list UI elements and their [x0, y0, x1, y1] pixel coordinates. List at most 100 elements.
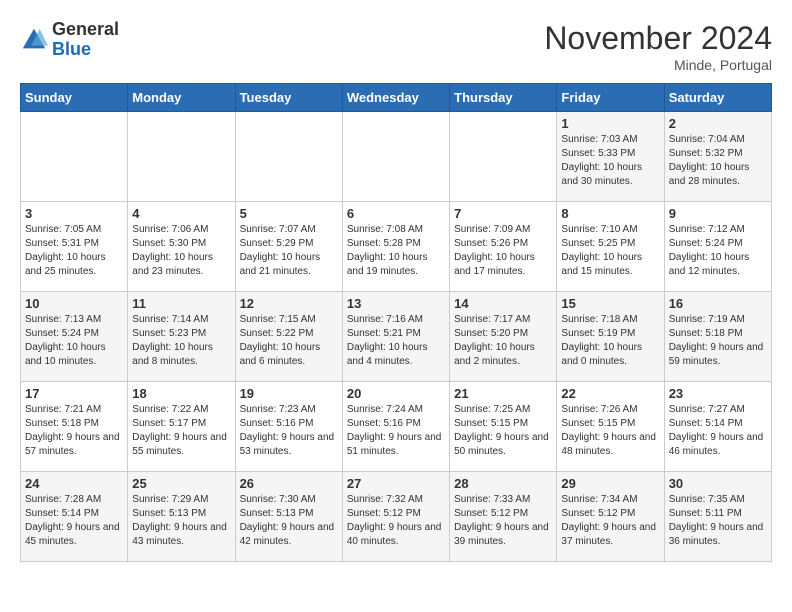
day-number: 2: [669, 116, 767, 131]
logo-text: General Blue: [52, 20, 119, 60]
day-number: 27: [347, 476, 445, 491]
calendar-cell: 27Sunrise: 7:32 AMSunset: 5:12 PMDayligh…: [342, 472, 449, 562]
day-info: Sunrise: 7:27 AMSunset: 5:14 PMDaylight:…: [669, 403, 767, 459]
day-info: Sunrise: 7:33 AMSunset: 5:12 PMDaylight:…: [454, 493, 552, 549]
day-number: 20: [347, 386, 445, 401]
title-block: November 2024 Minde, Portugal: [544, 20, 772, 73]
day-info: Sunrise: 7:03 AMSunset: 5:33 PMDaylight:…: [561, 133, 659, 189]
calendar-table: SundayMondayTuesdayWednesdayThursdayFrid…: [20, 83, 772, 562]
day-number: 30: [669, 476, 767, 491]
day-number: 7: [454, 206, 552, 221]
day-info: Sunrise: 7:24 AMSunset: 5:16 PMDaylight:…: [347, 403, 445, 459]
calendar-cell: 23Sunrise: 7:27 AMSunset: 5:14 PMDayligh…: [664, 382, 771, 472]
day-info: Sunrise: 7:30 AMSunset: 5:13 PMDaylight:…: [240, 493, 338, 549]
logo: General Blue: [20, 20, 119, 60]
header-day-friday: Friday: [557, 84, 664, 112]
day-info: Sunrise: 7:29 AMSunset: 5:13 PMDaylight:…: [132, 493, 230, 549]
calendar-row: 17Sunrise: 7:21 AMSunset: 5:18 PMDayligh…: [21, 382, 772, 472]
calendar-cell: 15 Sunrise: 7:18 AMSunset: 5:19 PMDayligh…: [557, 292, 664, 382]
day-number: 18: [132, 386, 230, 401]
calendar-cell: 6 Sunrise: 7:08 AMSunset: 5:28 PMDaylight…: [342, 202, 449, 292]
day-info: Sunrise: 7:18 AMSunset: 5:19 PMDaylight:…: [561, 313, 659, 369]
day-number: 15: [561, 296, 659, 311]
calendar-cell: 18 Sunrise: 7:22 AMSunset: 5:17 PMDayligh…: [128, 382, 235, 472]
day-number: 24: [25, 476, 123, 491]
calendar-cell: 29Sunrise: 7:34 AMSunset: 5:12 PMDayligh…: [557, 472, 664, 562]
logo-icon: [20, 26, 48, 54]
day-info: Sunrise: 7:23 AMSunset: 5:16 PMDaylight:…: [240, 403, 338, 459]
calendar-cell: 17Sunrise: 7:21 AMSunset: 5:18 PMDayligh…: [21, 382, 128, 472]
header-day-tuesday: Tuesday: [235, 84, 342, 112]
day-info: Sunrise: 7:28 AMSunset: 5:14 PMDaylight:…: [25, 493, 123, 549]
header-day-saturday: Saturday: [664, 84, 771, 112]
calendar-cell: 1 Sunrise: 7:03 AMSunset: 5:33 PMDaylight…: [557, 112, 664, 202]
calendar-cell: 8Sunrise: 7:10 AMSunset: 5:25 PMDaylight…: [557, 202, 664, 292]
calendar-header: SundayMondayTuesdayWednesdayThursdayFrid…: [21, 84, 772, 112]
day-info: Sunrise: 7:08 AMSunset: 5:28 PMDaylight:…: [347, 223, 445, 279]
day-info: Sunrise: 7:35 AMSunset: 5:11 PMDaylight:…: [669, 493, 767, 549]
calendar-cell: 28 Sunrise: 7:33 AMSunset: 5:12 PMDayligh…: [450, 472, 557, 562]
day-number: 1: [561, 116, 659, 131]
calendar-cell: 10 Sunrise: 7:13 AMSunset: 5:24 PMDayligh…: [21, 292, 128, 382]
calendar-cell: 2 Sunrise: 7:04 AMSunset: 5:32 PMDaylight…: [664, 112, 771, 202]
day-info: Sunrise: 7:09 AMSunset: 5:26 PMDaylight:…: [454, 223, 552, 279]
calendar-cell: 25Sunrise: 7:29 AMSunset: 5:13 PMDayligh…: [128, 472, 235, 562]
calendar-cell: 22Sunrise: 7:26 AMSunset: 5:15 PMDayligh…: [557, 382, 664, 472]
calendar-body: 1 Sunrise: 7:03 AMSunset: 5:33 PMDaylight…: [21, 112, 772, 562]
day-info: Sunrise: 7:06 AMSunset: 5:30 PMDaylight:…: [132, 223, 230, 279]
day-info: Sunrise: 7:12 AMSunset: 5:24 PMDaylight:…: [669, 223, 767, 279]
location: Minde, Portugal: [544, 57, 772, 73]
day-info: Sunrise: 7:05 AMSunset: 5:31 PMDaylight:…: [25, 223, 123, 279]
month-title: November 2024: [544, 20, 772, 57]
header-day-monday: Monday: [128, 84, 235, 112]
day-info: Sunrise: 7:13 AMSunset: 5:24 PMDaylight:…: [25, 313, 123, 369]
day-number: 10: [25, 296, 123, 311]
day-info: Sunrise: 7:19 AMSunset: 5:18 PMDaylight:…: [669, 313, 767, 369]
calendar-cell: [342, 112, 449, 202]
calendar-cell: 16 Sunrise: 7:19 AMSunset: 5:18 PMDayligh…: [664, 292, 771, 382]
day-info: Sunrise: 7:16 AMSunset: 5:21 PMDaylight:…: [347, 313, 445, 369]
calendar-cell: 19 Sunrise: 7:23 AMSunset: 5:16 PMDayligh…: [235, 382, 342, 472]
day-number: 19: [240, 386, 338, 401]
calendar-cell: 13 Sunrise: 7:16 AMSunset: 5:21 PMDayligh…: [342, 292, 449, 382]
header-row: SundayMondayTuesdayWednesdayThursdayFrid…: [21, 84, 772, 112]
day-info: Sunrise: 7:22 AMSunset: 5:17 PMDaylight:…: [132, 403, 230, 459]
day-info: Sunrise: 7:04 AMSunset: 5:32 PMDaylight:…: [669, 133, 767, 189]
logo-general: General: [52, 19, 119, 39]
day-info: Sunrise: 7:07 AMSunset: 5:29 PMDaylight:…: [240, 223, 338, 279]
day-info: Sunrise: 7:21 AMSunset: 5:18 PMDaylight:…: [25, 403, 123, 459]
day-number: 16: [669, 296, 767, 311]
day-number: 13: [347, 296, 445, 311]
calendar-cell: [235, 112, 342, 202]
day-number: 28: [454, 476, 552, 491]
calendar-cell: 4 Sunrise: 7:06 AMSunset: 5:30 PMDaylight…: [128, 202, 235, 292]
day-number: 22: [561, 386, 659, 401]
calendar-cell: [128, 112, 235, 202]
calendar-cell: 3Sunrise: 7:05 AMSunset: 5:31 PMDaylight…: [21, 202, 128, 292]
day-number: 11: [132, 296, 230, 311]
day-info: Sunrise: 7:15 AMSunset: 5:22 PMDaylight:…: [240, 313, 338, 369]
calendar-cell: 20 Sunrise: 7:24 AMSunset: 5:16 PMDayligh…: [342, 382, 449, 472]
calendar-cell: [21, 112, 128, 202]
day-number: 21: [454, 386, 552, 401]
calendar-cell: 24 Sunrise: 7:28 AMSunset: 5:14 PMDayligh…: [21, 472, 128, 562]
calendar-cell: 21 Sunrise: 7:25 AMSunset: 5:15 PMDayligh…: [450, 382, 557, 472]
day-number: 14: [454, 296, 552, 311]
calendar-cell: 30 Sunrise: 7:35 AMSunset: 5:11 PMDayligh…: [664, 472, 771, 562]
header-day-sunday: Sunday: [21, 84, 128, 112]
day-number: 26: [240, 476, 338, 491]
day-info: Sunrise: 7:14 AMSunset: 5:23 PMDaylight:…: [132, 313, 230, 369]
calendar-cell: 26 Sunrise: 7:30 AMSunset: 5:13 PMDayligh…: [235, 472, 342, 562]
calendar-row: 1 Sunrise: 7:03 AMSunset: 5:33 PMDaylight…: [21, 112, 772, 202]
day-info: Sunrise: 7:17 AMSunset: 5:20 PMDaylight:…: [454, 313, 552, 369]
day-info: Sunrise: 7:10 AMSunset: 5:25 PMDaylight:…: [561, 223, 659, 279]
day-number: 4: [132, 206, 230, 221]
day-info: Sunrise: 7:34 AMSunset: 5:12 PMDaylight:…: [561, 493, 659, 549]
day-number: 6: [347, 206, 445, 221]
day-info: Sunrise: 7:25 AMSunset: 5:15 PMDaylight:…: [454, 403, 552, 459]
page-header: General Blue November 2024 Minde, Portug…: [20, 20, 772, 73]
header-day-wednesday: Wednesday: [342, 84, 449, 112]
calendar-cell: 11 Sunrise: 7:14 AMSunset: 5:23 PMDayligh…: [128, 292, 235, 382]
day-number: 9: [669, 206, 767, 221]
day-number: 5: [240, 206, 338, 221]
